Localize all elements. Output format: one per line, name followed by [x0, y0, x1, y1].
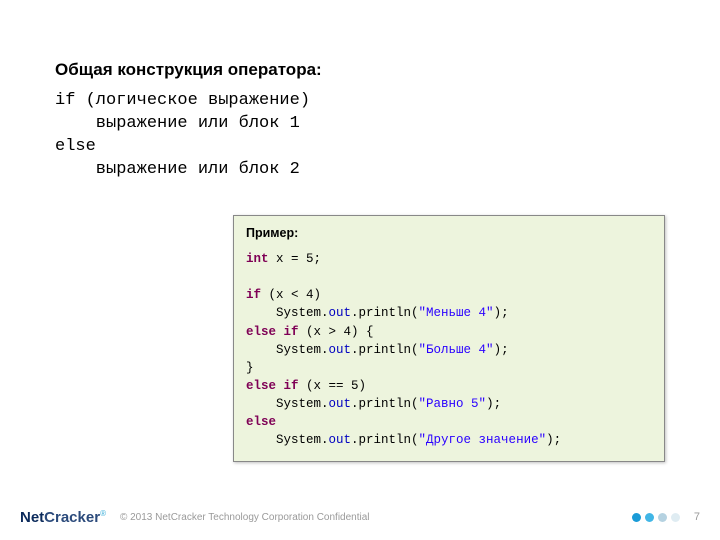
section-heading: Общая конструкция оператора: — [55, 60, 665, 80]
dot-icon — [632, 513, 641, 522]
dots-icon — [632, 513, 680, 522]
footer: NetCracker® © 2013 NetCracker Technology… — [0, 500, 720, 540]
example-box: Пример: int x = 5; if (x < 4) System.out… — [233, 215, 665, 462]
dot-icon — [658, 513, 667, 522]
example-title: Пример: — [246, 226, 652, 240]
logo: NetCracker® — [20, 509, 106, 526]
logo-cracker: Cracker — [44, 509, 100, 526]
dot-icon — [645, 513, 654, 522]
footer-left: NetCracker® © 2013 NetCracker Technology… — [20, 509, 370, 526]
page-number: 7 — [694, 511, 700, 523]
syntax-block: if (логическое выражение) выражение или … — [55, 90, 665, 182]
footer-right: 7 — [632, 511, 700, 523]
logo-net: Net — [20, 509, 44, 526]
code-block: int x = 5; if (x < 4) System.out.println… — [246, 250, 652, 449]
dot-icon — [671, 513, 680, 522]
slide: Общая конструкция оператора: if (логичес… — [0, 0, 720, 540]
confidential-text: © 2013 NetCracker Technology Corporation… — [120, 512, 370, 523]
logo-reg: ® — [100, 509, 106, 518]
